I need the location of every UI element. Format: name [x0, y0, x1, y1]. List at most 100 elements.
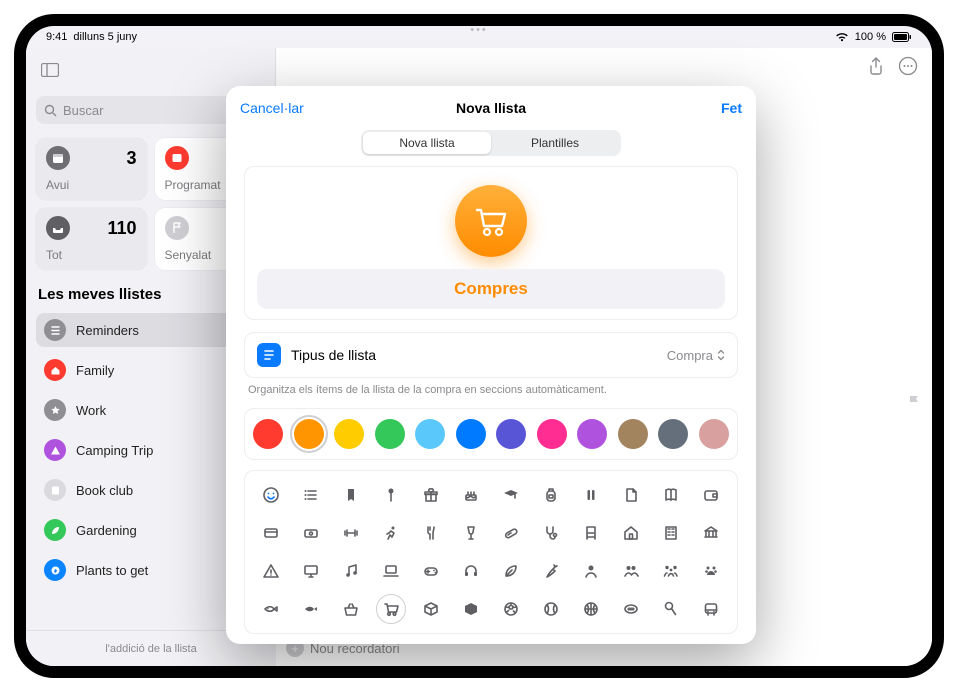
content-toolbar	[276, 48, 932, 84]
card-today[interactable]: 3 Avui	[36, 138, 147, 200]
color-swatch[interactable]	[375, 419, 405, 449]
card-icon[interactable]	[257, 519, 285, 547]
soccer-icon[interactable]	[497, 595, 525, 623]
backpack-icon[interactable]	[537, 481, 565, 509]
house-icon[interactable]	[617, 519, 645, 547]
color-picker	[244, 408, 738, 460]
ipad-frame: 9:41 dilluns 5 juny 100 % •••	[14, 14, 944, 678]
sidebar-item-label: Camping Trip	[76, 443, 153, 458]
fish-icon[interactable]	[257, 595, 285, 623]
tab-templates[interactable]: Plantilles	[491, 132, 619, 154]
color-swatch[interactable]	[294, 419, 324, 449]
calendar-icon	[165, 146, 189, 170]
pause-icon[interactable]	[577, 481, 605, 509]
baseball-icon[interactable]	[537, 595, 565, 623]
cake-icon[interactable]	[457, 481, 485, 509]
new-list-modal: Cancel·lar Nova llista Fet Nova llista P…	[226, 86, 756, 644]
bus-icon[interactable]	[697, 595, 725, 623]
cube2-icon[interactable]	[457, 595, 485, 623]
cart-icon[interactable]	[377, 595, 405, 623]
list-type-icon	[257, 343, 281, 367]
color-swatch[interactable]	[577, 419, 607, 449]
icon-picker	[244, 470, 738, 634]
family-icon[interactable]	[657, 557, 685, 585]
done-button[interactable]: Fet	[721, 100, 742, 116]
sidebar-toggle-icon[interactable]	[36, 56, 64, 84]
music-icon[interactable]	[337, 557, 365, 585]
modal-title: Nova llista	[456, 100, 526, 116]
laptop-icon[interactable]	[377, 557, 405, 585]
segmented-control[interactable]: Nova llista Plantilles	[361, 130, 621, 156]
status-time: 9:41	[46, 31, 67, 43]
pill-icon[interactable]	[497, 519, 525, 547]
gift-icon[interactable]	[417, 481, 445, 509]
wallet-icon[interactable]	[697, 481, 725, 509]
ticket-icon[interactable]	[297, 519, 325, 547]
compass-icon	[44, 559, 66, 581]
wine-icon[interactable]	[457, 519, 485, 547]
basketball-icon[interactable]	[577, 595, 605, 623]
color-swatch[interactable]	[415, 419, 445, 449]
fish2-icon[interactable]	[297, 595, 325, 623]
tent-icon	[44, 439, 66, 461]
color-swatch[interactable]	[537, 419, 567, 449]
paw-icon[interactable]	[697, 557, 725, 585]
list-type-label: Tipus de llista	[291, 347, 657, 363]
person-icon[interactable]	[577, 557, 605, 585]
multitask-handle[interactable]: •••	[470, 26, 488, 36]
football-icon[interactable]	[617, 595, 645, 623]
people-icon[interactable]	[617, 557, 645, 585]
fork-icon[interactable]	[417, 519, 445, 547]
sidebar-item-label: Work	[76, 403, 106, 418]
run-icon[interactable]	[377, 519, 405, 547]
color-swatch[interactable]	[456, 419, 486, 449]
color-swatch[interactable]	[699, 419, 729, 449]
share-icon[interactable]	[868, 57, 884, 75]
color-swatch[interactable]	[334, 419, 364, 449]
dumbbell-icon[interactable]	[337, 519, 365, 547]
modal-body: Compres Tipus de llista Compra Organitza…	[226, 166, 756, 644]
book-icon	[44, 479, 66, 501]
wifi-icon	[835, 32, 849, 42]
card-all[interactable]: 110 Tot	[36, 208, 147, 270]
carrot-icon[interactable]	[537, 557, 565, 585]
tennis-icon[interactable]	[657, 595, 685, 623]
book-icon[interactable]	[657, 481, 685, 509]
card-count: 110	[107, 218, 136, 239]
cancel-button[interactable]: Cancel·lar	[240, 100, 304, 116]
emoji-icon[interactable]	[257, 481, 285, 509]
bank-icon[interactable]	[697, 519, 725, 547]
color-swatch[interactable]	[618, 419, 648, 449]
steth-icon[interactable]	[537, 519, 565, 547]
monitor-icon[interactable]	[297, 557, 325, 585]
headphones-icon[interactable]	[457, 557, 485, 585]
flag-icon	[165, 216, 189, 240]
bookmark-icon[interactable]	[337, 481, 365, 509]
battery-icon	[892, 32, 912, 42]
sidebar-item-label: Gardening	[76, 523, 137, 538]
color-swatch[interactable]	[496, 419, 526, 449]
screen: 9:41 dilluns 5 juny 100 % •••	[26, 26, 932, 666]
gamepad-icon[interactable]	[417, 557, 445, 585]
leaf-icon[interactable]	[497, 557, 525, 585]
chair-icon[interactable]	[577, 519, 605, 547]
more-icon[interactable]	[898, 56, 918, 76]
basket-icon[interactable]	[337, 595, 365, 623]
doc-icon[interactable]	[617, 481, 645, 509]
pin-icon[interactable]	[377, 481, 405, 509]
building-icon[interactable]	[657, 519, 685, 547]
sidebar-item-label: Plants to get	[76, 563, 148, 578]
list-type-selector[interactable]: Tipus de llista Compra	[244, 332, 738, 378]
list-name-input[interactable]: Compres	[257, 269, 725, 309]
modal-header: Cancel·lar Nova llista Fet	[226, 86, 756, 130]
chevron-updown-icon	[717, 349, 725, 361]
color-swatch[interactable]	[658, 419, 688, 449]
hero-section: Compres	[244, 166, 738, 320]
search-icon	[44, 104, 57, 117]
list-icon[interactable]	[297, 481, 325, 509]
grad-icon[interactable]	[497, 481, 525, 509]
warn-icon[interactable]	[257, 557, 285, 585]
color-swatch[interactable]	[253, 419, 283, 449]
tab-new-list[interactable]: Nova llista	[363, 132, 491, 154]
cube-icon[interactable]	[417, 595, 445, 623]
